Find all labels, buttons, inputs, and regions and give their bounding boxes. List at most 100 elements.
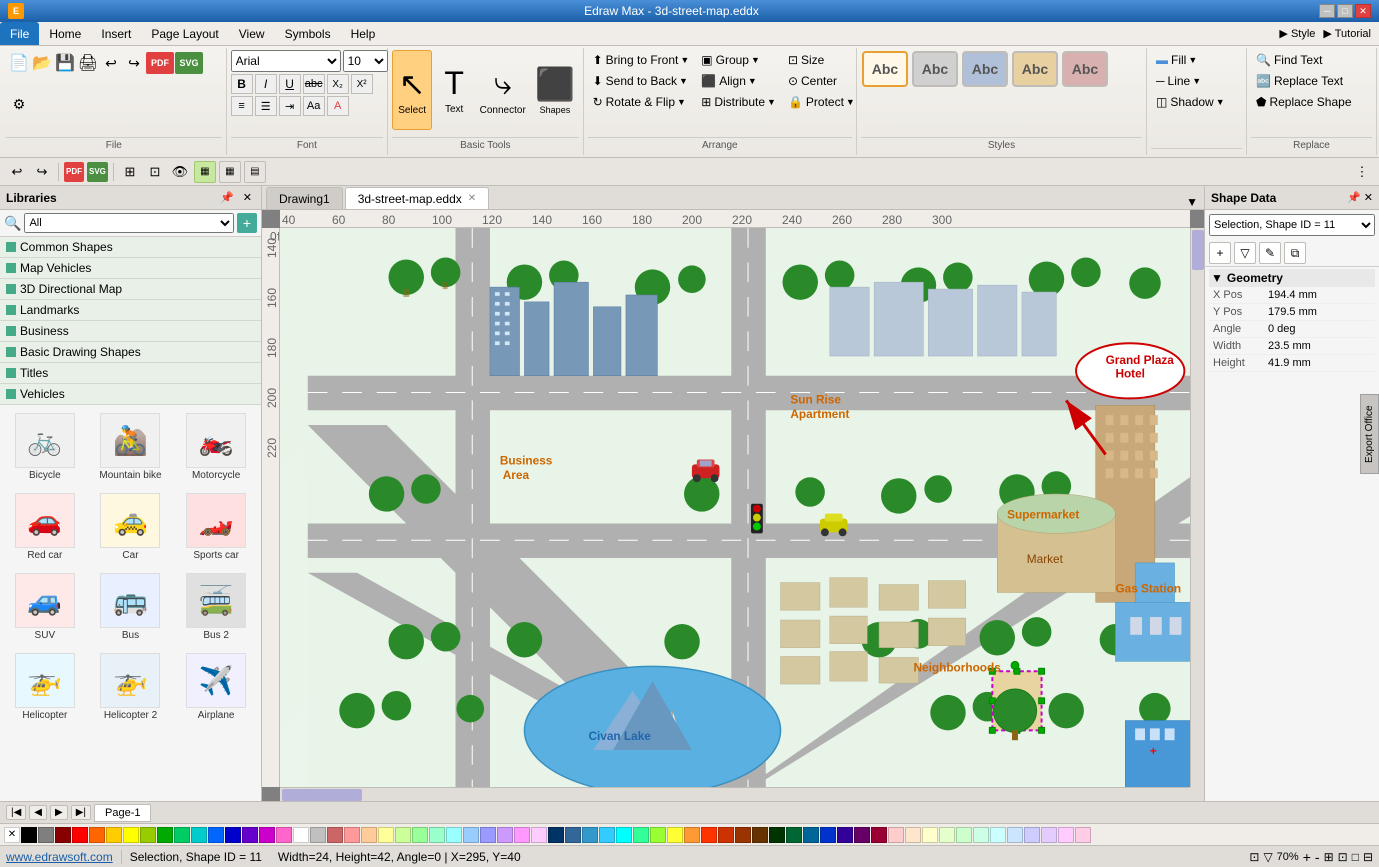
color-cell[interactable] bbox=[1041, 827, 1057, 843]
color-cell[interactable] bbox=[344, 827, 360, 843]
menu-page-layout[interactable]: Page Layout bbox=[141, 22, 228, 45]
tab-drawing1[interactable]: Drawing1 bbox=[266, 187, 343, 209]
zoom-in-btn[interactable]: + bbox=[1303, 849, 1311, 865]
style-box-3[interactable]: Abc bbox=[962, 51, 1008, 87]
export-office-tab[interactable]: Export Office bbox=[1360, 394, 1379, 474]
canvas-container[interactable]: 406080 100120140 160180200 220240260 280… bbox=[262, 210, 1204, 801]
tb2-pdf[interactable]: PDF bbox=[64, 162, 84, 182]
color-cell[interactable] bbox=[905, 827, 921, 843]
color-cell[interactable] bbox=[293, 827, 309, 843]
minimize-btn[interactable]: ─ bbox=[1319, 4, 1335, 18]
color-cell[interactable] bbox=[395, 827, 411, 843]
color-cell[interactable] bbox=[701, 827, 717, 843]
list-item[interactable]: 🚵 Mountain bike bbox=[90, 409, 172, 485]
color-cell[interactable] bbox=[565, 827, 581, 843]
color-cell[interactable] bbox=[786, 827, 802, 843]
color-cell[interactable] bbox=[871, 827, 887, 843]
lib-section-landmarks[interactable]: Landmarks bbox=[0, 300, 261, 321]
page-first-btn[interactable]: |◀ bbox=[6, 805, 26, 820]
lib-section-vehicles[interactable]: Vehicles 🚲 Bicycle 🚵 Mountain bike 🏍️ bbox=[0, 384, 261, 729]
align-btn[interactable]: ⬛ Align ▼ bbox=[696, 71, 781, 91]
tab-street-map[interactable]: 3d-street-map.eddx ✕ bbox=[345, 187, 489, 209]
font-size-select[interactable]: 10 bbox=[343, 50, 388, 72]
color-cell[interactable] bbox=[735, 827, 751, 843]
line-btn[interactable]: ─ Line ▼ bbox=[1151, 71, 1230, 91]
color-cell[interactable] bbox=[922, 827, 938, 843]
page-prev-btn[interactable]: ◀ bbox=[29, 805, 47, 820]
tb2-more[interactable]: ⋮ bbox=[1351, 161, 1373, 183]
restore-btn[interactable]: □ bbox=[1337, 4, 1353, 18]
canvas-tab-arrow[interactable]: ▼ bbox=[1180, 195, 1204, 209]
sd-pin-btn[interactable]: 📌 bbox=[1347, 191, 1361, 204]
h-scroll-thumb[interactable] bbox=[282, 789, 362, 801]
protect-btn[interactable]: 🔒 Protect ▼ bbox=[783, 92, 860, 112]
lib-scroll-area[interactable]: Common Shapes Map Vehicles 3D Directiona… bbox=[0, 237, 261, 801]
subscript-btn[interactable]: X₂ bbox=[327, 74, 349, 94]
color-cell[interactable] bbox=[650, 827, 666, 843]
status-icon4[interactable]: ⊡ bbox=[1338, 850, 1348, 864]
sd-edit-btn[interactable]: ✎ bbox=[1259, 242, 1281, 264]
color-cell[interactable] bbox=[123, 827, 139, 843]
list-btn[interactable]: ☰ bbox=[255, 96, 277, 116]
color-cell[interactable] bbox=[888, 827, 904, 843]
color-cell[interactable] bbox=[157, 827, 173, 843]
shapes-btn[interactable]: ⬛ Shapes bbox=[531, 50, 578, 130]
strikethrough-btn[interactable]: abc bbox=[303, 74, 325, 94]
color-cell[interactable] bbox=[429, 827, 445, 843]
color-cell[interactable] bbox=[1024, 827, 1040, 843]
color-cell[interactable] bbox=[854, 827, 870, 843]
text-style-btn[interactable]: Aa bbox=[303, 96, 325, 116]
svg-btn[interactable]: SVG bbox=[175, 52, 203, 74]
color-cell[interactable] bbox=[939, 827, 955, 843]
center-btn[interactable]: ⊙ Center bbox=[783, 71, 860, 91]
color-cell[interactable] bbox=[38, 827, 54, 843]
tb2-undo[interactable]: ↩ bbox=[6, 161, 28, 183]
lib-section-titles[interactable]: Titles bbox=[0, 363, 261, 384]
find-text-btn[interactable]: 🔍 Find Text bbox=[1251, 50, 1357, 70]
color-cell[interactable] bbox=[582, 827, 598, 843]
lib-category-select[interactable]: All bbox=[24, 213, 234, 233]
status-icon1[interactable]: ⊡ bbox=[1249, 850, 1259, 864]
text-btn[interactable]: T Text bbox=[434, 50, 474, 130]
indent-btn[interactable]: ⇥ bbox=[279, 96, 301, 116]
color-cell[interactable] bbox=[837, 827, 853, 843]
italic-btn[interactable]: I bbox=[255, 74, 277, 94]
color-cell[interactable] bbox=[89, 827, 105, 843]
lib-close-btn[interactable]: ✕ bbox=[240, 190, 255, 205]
color-cell[interactable] bbox=[327, 827, 343, 843]
color-cell[interactable] bbox=[242, 827, 258, 843]
bring-to-front-btn[interactable]: ⬆ Bring to Front ▼ bbox=[588, 50, 695, 70]
color-cell[interactable] bbox=[259, 827, 275, 843]
redo-btn[interactable]: ↪ bbox=[123, 52, 145, 74]
distribute-btn[interactable]: ⊞ Distribute ▼ bbox=[696, 92, 781, 112]
select-btn[interactable]: ↖ Select bbox=[392, 50, 432, 130]
color-cell[interactable] bbox=[412, 827, 428, 843]
connector-btn[interactable]: ⤷ Connector bbox=[476, 50, 529, 130]
color-cell[interactable] bbox=[990, 827, 1006, 843]
color-cell[interactable] bbox=[174, 827, 190, 843]
color-cell[interactable] bbox=[820, 827, 836, 843]
bold-btn[interactable]: B bbox=[231, 74, 253, 94]
list-item[interactable]: ✈️ Airplane bbox=[175, 649, 257, 725]
color-cell[interactable] bbox=[616, 827, 632, 843]
color-cell[interactable] bbox=[599, 827, 615, 843]
color-cell[interactable] bbox=[208, 827, 224, 843]
lib-pin-btn[interactable]: 📌 bbox=[217, 190, 237, 205]
tb2-opt1[interactable]: ▦ bbox=[194, 161, 216, 183]
zoom-out-btn[interactable]: - bbox=[1315, 849, 1320, 865]
send-to-back-btn[interactable]: ⬇ Send to Back ▼ bbox=[588, 71, 695, 91]
color-cell[interactable] bbox=[667, 827, 683, 843]
lib-section-basic-drawing[interactable]: Basic Drawing Shapes bbox=[0, 342, 261, 363]
list-item[interactable]: 🚙 SUV bbox=[4, 569, 86, 645]
color-cell[interactable] bbox=[956, 827, 972, 843]
tb2-snap[interactable]: ⊡ bbox=[144, 161, 166, 183]
color-cell[interactable] bbox=[378, 827, 394, 843]
style-box-4[interactable]: Abc bbox=[1012, 51, 1058, 87]
tb2-opt3[interactable]: ▤ bbox=[244, 161, 266, 183]
shadow-btn[interactable]: ◫ Shadow ▼ bbox=[1151, 92, 1230, 112]
color-cell[interactable] bbox=[480, 827, 496, 843]
list-item[interactable]: 🏍️ Motorcycle bbox=[175, 409, 257, 485]
list-item[interactable]: 🚗 Red car bbox=[4, 489, 86, 565]
color-cell[interactable] bbox=[276, 827, 292, 843]
replace-shape-btn[interactable]: ⬟ Replace Shape bbox=[1251, 92, 1357, 112]
